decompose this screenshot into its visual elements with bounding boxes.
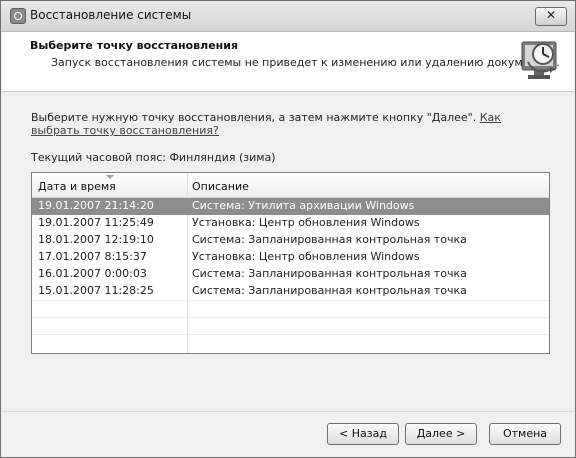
table-row[interactable]: 19.01.2007 11:25:49 Установка: Центр обн… xyxy=(32,215,549,232)
restore-point-list[interactable]: Дата и время Описание 19.01.2007 21:14:2… xyxy=(31,172,550,354)
column-header-description[interactable]: Описание xyxy=(192,180,249,193)
page-title: Выберите точку восстановления xyxy=(30,39,239,52)
row-date: 15.01.2007 11:28:25 xyxy=(38,284,154,297)
table-row[interactable]: 18.01.2007 12:19:10 Система: Запланирова… xyxy=(32,232,549,249)
row-description: Система: Утилита архивации Windows xyxy=(192,199,415,212)
row-date: 17.01.2007 8:15:37 xyxy=(38,250,147,263)
table-row[interactable]: 17.01.2007 8:15:37 Установка: Центр обно… xyxy=(32,249,549,266)
wizard-header: Выберите точку восстановления Запуск вос… xyxy=(2,32,574,92)
row-description: Установка: Центр обновления Windows xyxy=(192,216,420,229)
close-button[interactable]: ✕ xyxy=(535,7,567,26)
instruction-label: Выберите нужную точку восстановления, а … xyxy=(31,111,477,124)
table-row[interactable]: 16.01.2007 0:00:03 Система: Запланирован… xyxy=(32,266,549,283)
title-bar: Восстановление системы ✕ xyxy=(1,1,575,32)
restore-clock-icon xyxy=(521,41,557,79)
system-restore-window: Восстановление системы ✕ Выберите точку … xyxy=(0,0,576,458)
row-description: Система: Запланированная контрольная точ… xyxy=(192,284,467,297)
system-restore-icon xyxy=(10,8,26,24)
row-date: 16.01.2007 0:00:03 xyxy=(38,267,147,280)
table-row[interactable]: 19.01.2007 21:14:20 Система: Утилита арх… xyxy=(32,198,549,215)
row-description: Установка: Центр обновления Windows xyxy=(192,250,420,263)
next-button[interactable]: Далее > xyxy=(405,423,477,445)
table-row[interactable]: 15.01.2007 11:28:25 Система: Запланирова… xyxy=(32,283,549,300)
row-divider xyxy=(32,300,549,301)
instruction-text: Выберите нужную точку восстановления, а … xyxy=(31,111,546,137)
page-description: Запуск восстановления системы не приведе… xyxy=(51,56,560,69)
row-divider xyxy=(32,334,549,335)
row-description: Система: Запланированная контрольная точ… xyxy=(192,267,467,280)
instruction-area: Выберите нужную точку восстановления, а … xyxy=(31,111,546,137)
back-button[interactable]: < Назад xyxy=(327,423,399,445)
column-header-date[interactable]: Дата и время xyxy=(38,180,116,193)
list-header: Дата и время Описание xyxy=(32,173,549,198)
sort-arrow-icon xyxy=(106,175,114,179)
footer-divider xyxy=(2,411,574,412)
row-description: Система: Запланированная контрольная точ… xyxy=(192,233,467,246)
row-date: 18.01.2007 12:19:10 xyxy=(38,233,154,246)
row-date: 19.01.2007 21:14:20 xyxy=(38,199,154,212)
timezone-label: Текущий часовой пояс: Финляндия (зима) xyxy=(31,151,276,164)
row-divider xyxy=(32,317,549,318)
row-date: 19.01.2007 11:25:49 xyxy=(38,216,154,229)
window-title: Восстановление системы xyxy=(30,8,192,22)
cancel-button[interactable]: Отмена xyxy=(489,423,561,445)
